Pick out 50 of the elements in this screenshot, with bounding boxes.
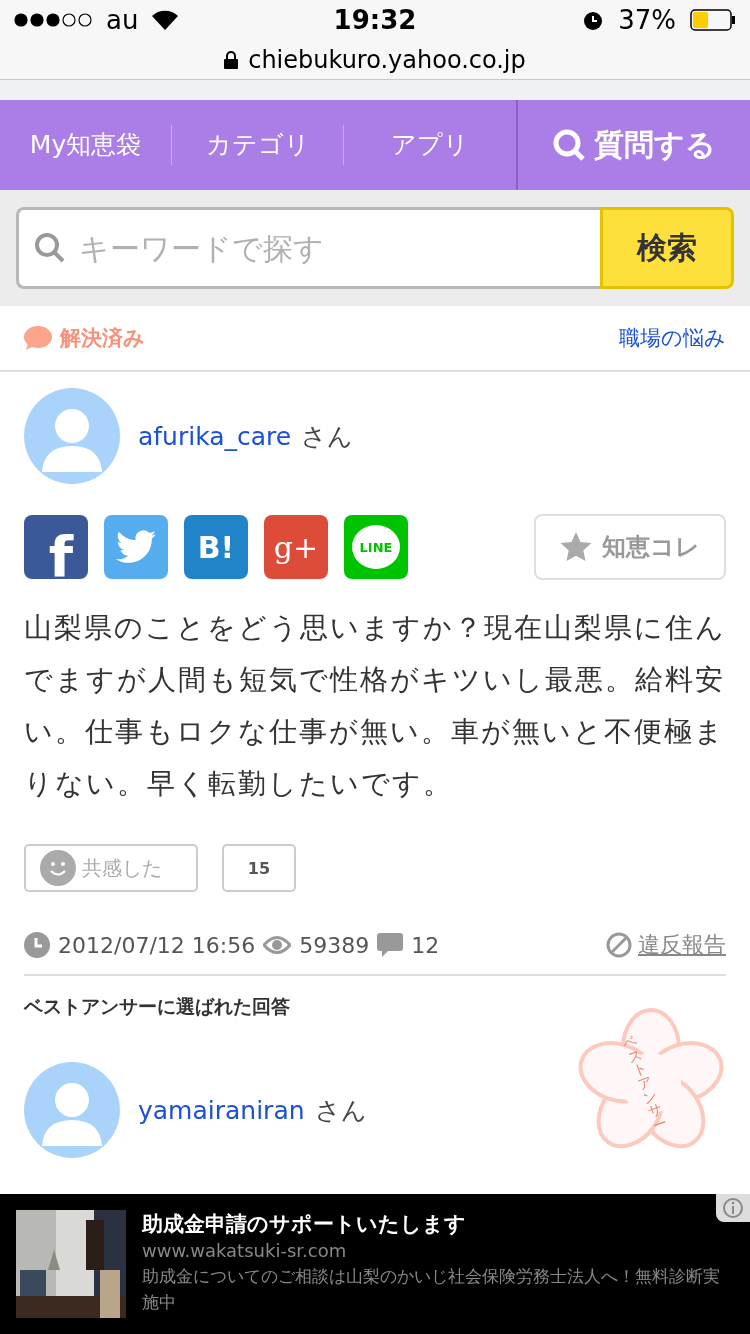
nav-link[interactable]: カテゴリ (172, 125, 344, 165)
category-link[interactable]: 職場の悩み (619, 324, 726, 352)
honorific-text: さん (314, 1094, 367, 1127)
alarm-icon (582, 9, 605, 31)
question-text: 山梨県のことをどう思いますか？現在山梨県に住んでますが人間も短気で性格がキツいし最悪。給料安い。仕事もロクな仕事が無い。車が無いと不便極まりない。早く転勤したいです。 (24, 610, 726, 802)
clock-time: 19:32 (333, 5, 417, 35)
ad-description: 助成金についてのご相談は山梨のかいじ社会保険労務士法人へ！無料診断実施中 (142, 1265, 721, 1314)
wifi-icon (152, 10, 179, 30)
star-icon (560, 532, 592, 562)
view-count: 59389 (299, 932, 370, 958)
search-button[interactable]: 検索 (600, 207, 734, 289)
username-link[interactable]: afurika_care (138, 421, 292, 451)
carrier-name: au (106, 5, 139, 35)
signal-icon (14, 13, 92, 27)
battery-icon (690, 9, 736, 31)
nav-link[interactable]: My知恵袋 (0, 125, 172, 165)
ad-title: 助成金申請のサポートいたします (142, 1211, 467, 1238)
save-button[interactable]: 知恵コレ (534, 514, 726, 580)
eye-icon (263, 934, 292, 956)
post-date: 2012/07/12 16:56 (58, 932, 256, 958)
battery-percent: 37% (618, 5, 676, 35)
search-icon (34, 232, 66, 264)
honorific-text: さん (301, 420, 354, 453)
smiley-icon (40, 850, 76, 886)
stamp-text: ベストアンサー (620, 1032, 670, 1135)
info-button[interactable] (716, 1194, 750, 1222)
speech-bubble-icon (24, 326, 52, 350)
best-answer-heading: ベストアンサーに選ばれた回答 (22, 994, 291, 1019)
prohibited-icon (606, 932, 632, 958)
search-field[interactable]: キーワードで探す (16, 207, 600, 289)
share-button[interactable]: B! (184, 515, 248, 579)
clock-icon (24, 932, 50, 958)
share-button[interactable]: LINE (344, 515, 408, 579)
report-link[interactable]: 違反報告 (606, 930, 726, 960)
comment-icon (377, 933, 404, 957)
search-icon (552, 128, 586, 162)
ad-url: www.wakatsuki-sr.com (142, 1240, 348, 1261)
resolved-label: 解決済み (60, 325, 145, 352)
info-icon (722, 1197, 744, 1219)
bird-icon (116, 530, 156, 564)
answer-count: 12 (411, 932, 440, 958)
lock-icon (224, 50, 239, 69)
share-button[interactable]: f (24, 515, 88, 579)
username-link[interactable]: yamairaniran (138, 1095, 305, 1125)
share-button[interactable] (104, 515, 168, 579)
url-text: chiebukuro.yahoo.co.jp (248, 45, 526, 74)
empathy-count: 15 (222, 844, 296, 892)
empathy-button[interactable]: 共感した (24, 844, 198, 892)
nav-link[interactable]: アプリ (344, 125, 516, 165)
share-button[interactable]: g+ (264, 515, 328, 579)
